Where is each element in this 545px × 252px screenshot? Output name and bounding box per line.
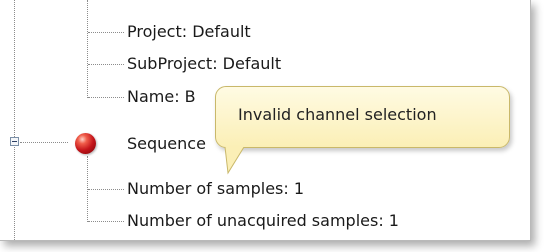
tree-branch bbox=[88, 32, 124, 33]
tooltip-pointer bbox=[224, 147, 245, 175]
red-status-icon bbox=[75, 133, 96, 154]
minus-icon bbox=[12, 141, 17, 142]
collapse-toggle[interactable] bbox=[10, 137, 19, 146]
tooltip-text: Invalid channel selection bbox=[238, 105, 437, 124]
unacquired-samples-item[interactable]: Number of unacquired samples: 1 bbox=[127, 211, 399, 231]
tree-branch bbox=[88, 64, 124, 65]
sequence-item[interactable]: Sequence bbox=[127, 134, 206, 154]
name-item[interactable]: Name: B bbox=[127, 87, 196, 107]
project-item[interactable]: Project: Default bbox=[127, 22, 251, 42]
tree-branch bbox=[88, 97, 124, 98]
tree-branch bbox=[88, 189, 124, 190]
tree-connector-root bbox=[14, 0, 15, 137]
subproject-item[interactable]: SubProject: Default bbox=[127, 54, 281, 74]
error-tooltip: Invalid channel selection bbox=[215, 86, 510, 148]
tree-connector-root-lower bbox=[14, 147, 15, 240]
tree-branch-sequence bbox=[20, 142, 68, 143]
samples-item[interactable]: Number of samples: 1 bbox=[127, 179, 304, 199]
tree-view-panel: Project: Default SubProject: Default Nam… bbox=[0, 0, 531, 241]
tree-connector-upper bbox=[87, 0, 88, 98]
tree-branch bbox=[88, 221, 124, 222]
